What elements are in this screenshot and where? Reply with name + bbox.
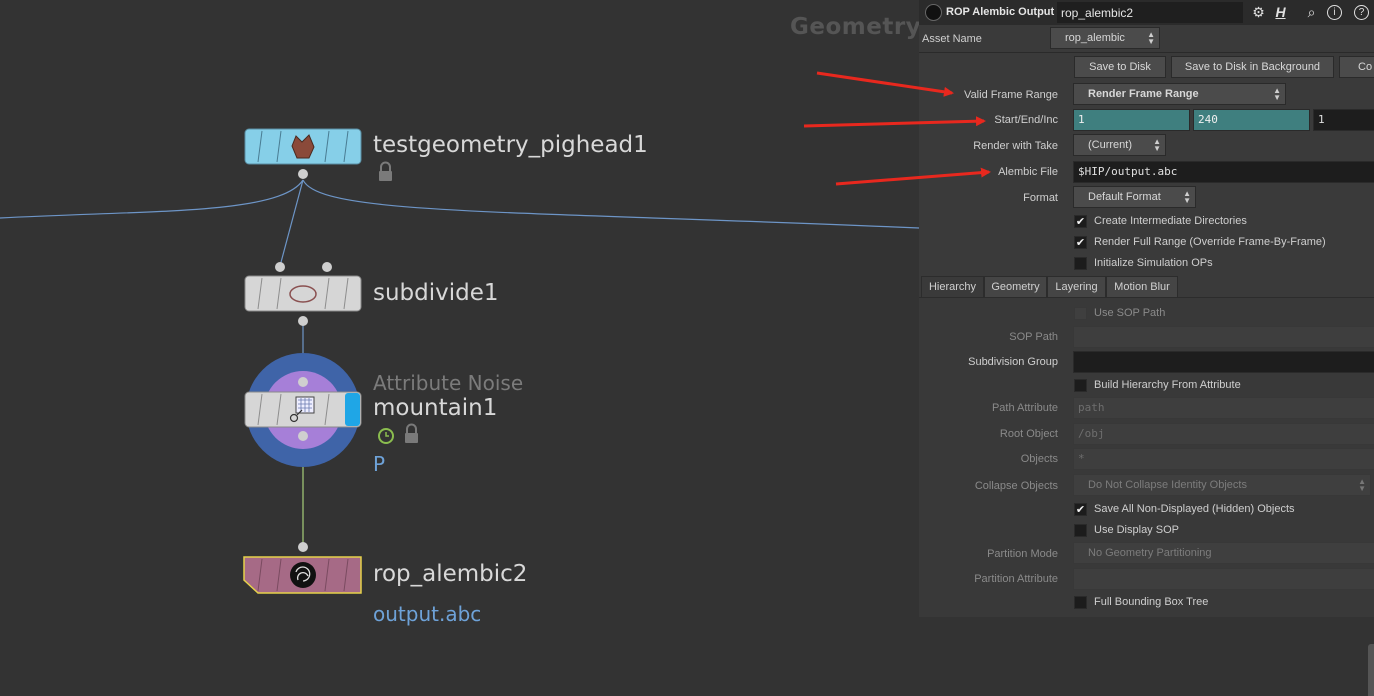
annotation-arrow-alembic-file	[835, 167, 991, 186]
annotation-overlay	[803, 71, 991, 186]
annotation-arrow-frame-range	[816, 71, 954, 97]
annotation-arrow-start-end	[803, 116, 986, 128]
